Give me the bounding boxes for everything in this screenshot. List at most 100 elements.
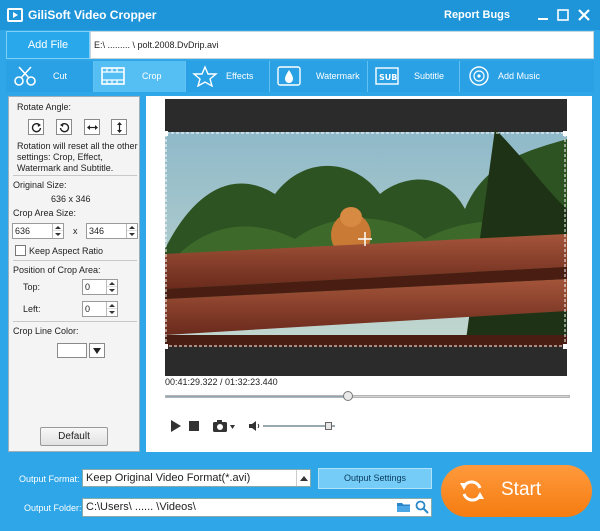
video-preview[interactable] <box>165 99 567 376</box>
divider <box>13 175 137 176</box>
left-label: Left: <box>23 304 41 314</box>
top-position-stepper[interactable]: 0 <box>82 279 118 295</box>
add-file-button[interactable]: Add File <box>6 31 90 59</box>
crop-film-icon <box>101 67 125 85</box>
volume-slider[interactable] <box>263 425 335 427</box>
stepper-arrows <box>126 224 137 238</box>
tool-tabs: Cut Crop Effects Watermark SUB Subtitle … <box>6 61 594 92</box>
crop-height-value: 346 <box>89 226 105 236</box>
tab-cut-label: Cut <box>53 71 68 81</box>
start-button-label: Start <box>501 479 542 500</box>
preview-panel: 00:41:29.322 / 01:32:23.440 <box>146 96 592 452</box>
tab-crop[interactable]: Crop <box>94 61 186 92</box>
increment-arrow-icon[interactable] <box>107 280 117 287</box>
output-folder-input[interactable]: C:\Users\ ...... \Videos\ <box>82 498 432 517</box>
tab-add-music-label: Add Music <box>498 71 541 81</box>
output-folder-value: C:\Users\ ...... \Videos\ <box>86 501 196 513</box>
effects-star-icon <box>192 65 218 87</box>
output-format-select[interactable]: Keep Original Video Format(*.avi) <box>82 469 311 487</box>
decrement-arrow-icon[interactable] <box>127 231 137 238</box>
crop-line-color-label: Crop Line Color: <box>13 326 79 336</box>
tab-cut[interactable]: Cut <box>6 61 94 92</box>
rotate-ccw-icon <box>59 122 70 133</box>
crop-height-stepper[interactable]: 346 <box>86 223 138 239</box>
snapshot-camera-icon[interactable] <box>212 419 236 433</box>
output-settings-button[interactable]: Output Settings <box>318 468 432 489</box>
decrement-arrow-icon[interactable] <box>107 309 117 316</box>
increment-arrow-icon[interactable] <box>107 302 117 309</box>
stepper-arrows <box>106 302 117 316</box>
timeline-handle[interactable] <box>342 391 353 401</box>
stop-icon[interactable] <box>188 419 200 433</box>
rotation-note-line-2: settings: Crop, Effect, <box>17 152 103 162</box>
stepper-arrows <box>52 224 63 238</box>
timeline-slider[interactable] <box>165 391 570 401</box>
start-button[interactable]: Start <box>441 465 592 517</box>
rotate-angle-label: Rotate Angle: <box>17 102 72 112</box>
color-dropdown-arrow-icon[interactable] <box>89 343 105 358</box>
rotate-clockwise-button[interactable] <box>28 119 44 135</box>
rotate-counterclockwise-button[interactable] <box>56 119 72 135</box>
app-window: GiliSoft Video Cropper Report Bugs Add F… <box>0 0 600 531</box>
rotation-note-line-3: Watermark and Subtitle. <box>17 163 114 173</box>
top-position-value: 0 <box>85 282 91 292</box>
tab-effects[interactable]: Effects <box>186 61 270 92</box>
maximize-icon[interactable] <box>556 8 570 22</box>
watermark-drop-icon <box>277 66 301 86</box>
crop-line-color-swatch[interactable] <box>57 343 87 358</box>
left-position-stepper[interactable]: 0 <box>82 301 118 317</box>
search-icon[interactable] <box>415 500 429 514</box>
tab-crop-label: Crop <box>142 71 162 81</box>
tab-effects-label: Effects <box>226 71 254 81</box>
tab-subtitle[interactable]: SUB Subtitle <box>368 61 460 92</box>
left-position-value: 0 <box>85 304 91 314</box>
tab-watermark[interactable]: Watermark <box>270 61 368 92</box>
flip-horizontal-icon <box>87 125 98 130</box>
tab-subtitle-label: Subtitle <box>414 71 445 81</box>
music-disc-icon <box>469 66 489 86</box>
increment-arrow-icon[interactable] <box>53 224 63 231</box>
crop-area-size-label: Crop Area Size: <box>13 208 77 218</box>
app-logo-icon <box>7 8 23 22</box>
decrement-arrow-icon[interactable] <box>53 231 63 238</box>
playback-time: 00:41:29.322 / 01:32:23.440 <box>165 377 278 387</box>
browse-folder-icon[interactable] <box>396 500 411 514</box>
tab-add-music[interactable]: Add Music <box>460 61 594 92</box>
report-bugs-link[interactable]: Report Bugs <box>444 9 510 21</box>
output-format-label: Output Format: <box>19 474 80 484</box>
default-button[interactable]: Default <box>40 427 108 446</box>
crop-width-stepper[interactable]: 636 <box>12 223 64 239</box>
increment-arrow-icon[interactable] <box>127 224 137 231</box>
flip-vertical-icon <box>117 122 122 133</box>
crop-width-value: 636 <box>15 226 31 236</box>
crop-settings-panel: Rotate Angle: Rotation will reset all th… <box>8 96 140 452</box>
original-size-label: Original Size: <box>13 180 67 190</box>
rotation-note-line-1: Rotation will reset all the other <box>17 141 138 151</box>
divider <box>13 260 137 261</box>
title-bar: GiliSoft Video Cropper Report Bugs <box>0 0 600 30</box>
keep-aspect-ratio-checkbox[interactable] <box>15 245 26 256</box>
crop-position-label: Position of Crop Area: <box>13 265 101 275</box>
stepper-arrows <box>106 280 117 294</box>
flip-horizontal-button[interactable] <box>84 119 100 135</box>
video-frame <box>165 99 567 376</box>
volume-handle[interactable] <box>325 422 333 430</box>
play-icon[interactable] <box>170 419 182 433</box>
decrement-arrow-icon[interactable] <box>107 287 117 294</box>
top-label: Top: <box>23 282 41 292</box>
select-arrow-icon[interactable] <box>296 470 310 486</box>
volume-speaker-icon[interactable] <box>248 419 260 433</box>
convert-arrows-icon <box>460 480 484 502</box>
app-title: GiliSoft Video Cropper <box>28 8 157 22</box>
keep-aspect-ratio-label: Keep Aspect Ratio <box>29 246 104 256</box>
divider <box>13 321 137 322</box>
original-size-value: 636 x 346 <box>51 194 91 204</box>
flip-vertical-button[interactable] <box>111 119 127 135</box>
crop-size-separator: x <box>73 226 78 236</box>
subtitle-film-icon: SUB <box>375 67 399 85</box>
scissors-icon <box>14 66 36 86</box>
timeline-progress <box>166 396 348 397</box>
tab-watermark-label: Watermark <box>316 71 360 81</box>
close-icon[interactable] <box>576 7 592 23</box>
minimize-icon[interactable] <box>536 8 550 22</box>
